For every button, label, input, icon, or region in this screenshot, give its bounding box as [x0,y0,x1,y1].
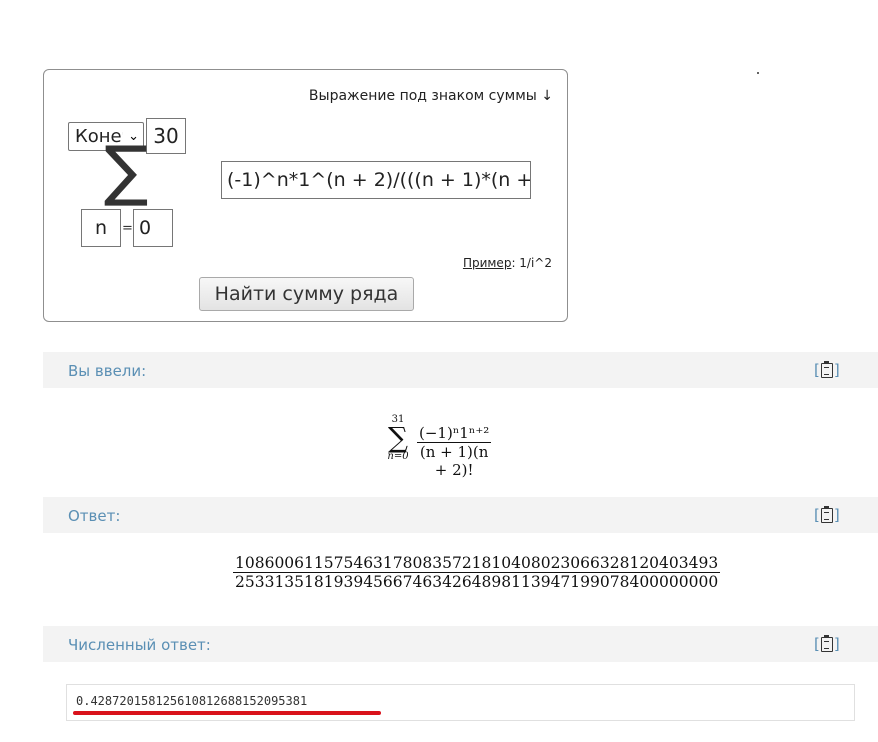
upper-limit-input[interactable]: 30 [146,118,186,154]
sigma-icon: ∑ [104,132,149,209]
section-title: Численный ответ: [68,636,211,654]
summation: 31 ∑ n=0 [383,414,413,462]
example-value: : 1/i^2 [511,256,552,270]
section-title: Вы ввели: [68,362,147,380]
clipboard-icon [820,635,833,652]
section-header-numeric-answer: Численный ответ: [] [43,626,878,662]
lower-limit-input[interactable]: 0 [133,209,173,247]
section-header-you-entered: Вы ввели: [] [43,352,878,388]
expression-input[interactable]: (-1)^n*1^(n + 2)/(((n + 1)*(n + 2)!) [221,161,531,199]
expression-hint: Выражение под знаком суммы ↓ [308,88,553,104]
example-link[interactable]: Пример [463,256,512,270]
answer-numerator: 1086006115754631780835721810408023066328… [235,554,719,572]
find-sum-button[interactable]: Найти сумму ряда [199,277,414,311]
answer-fraction: 1086006115754631780835721810408023066328… [233,554,721,591]
clipboard-icon [820,506,833,523]
numeric-answer-field[interactable]: 0.428720158125610812688152095381 [66,684,855,721]
summand-denominator: (n + 1)(n + 2)! [417,442,492,479]
equals-sign: = [122,221,133,236]
sigma-icon: ∑ [388,421,408,454]
stray-dot [757,72,759,74]
results-panel: Вы ввели: [] 31 ∑ n=0 (−1)ⁿ1ⁿ⁺² (n + 1)(… [43,352,878,742]
highlight-underline [73,711,381,715]
sum-lower-limit: n=0 [387,451,409,462]
copy-button[interactable]: [] [814,505,846,525]
answer-denominator: 2533135181939456674634264898113947199078… [233,572,721,591]
copy-button[interactable]: [] [814,634,846,654]
example-hint: Пример: 1/i^2 [463,256,552,270]
summand-fraction: (−1)ⁿ1ⁿ⁺² (n + 1)(n + 2)! [417,424,492,479]
copy-button[interactable]: [] [814,360,846,380]
variable-input[interactable]: n [81,209,121,247]
clipboard-icon [820,361,833,378]
series-input-form: Выражение под знаком суммы ↓ Конеч ⌄ 30 … [43,69,568,322]
answer-expression: 1086006115754631780835721810408023066328… [233,554,721,591]
summand-numerator: (−1)ⁿ1ⁿ⁺² [419,424,490,442]
section-title: Ответ: [68,507,121,525]
section-header-answer: Ответ: [] [43,497,878,533]
